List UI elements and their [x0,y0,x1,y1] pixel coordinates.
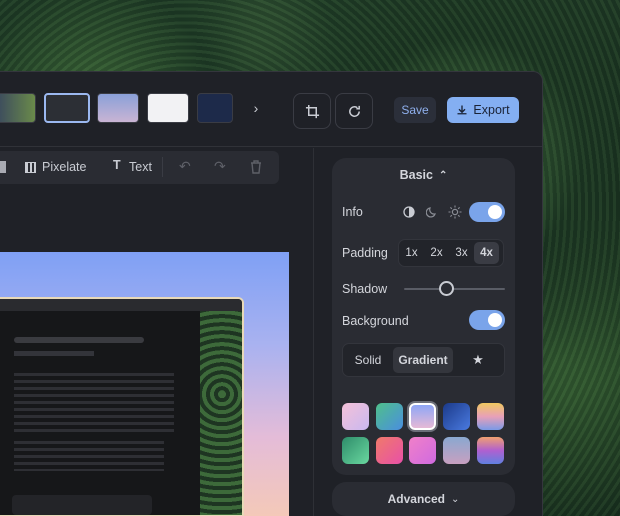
crop-button[interactable] [293,93,331,129]
gradient-swatch-8[interactable] [409,437,436,464]
thumbnail-2[interactable] [44,93,90,123]
chevron-right-icon[interactable]: › [249,100,263,116]
gradient-swatch-2[interactable] [376,403,403,430]
background-type-selector: Solid Gradient ★ [342,343,505,377]
padding-option-2x[interactable]: 2x [424,240,449,266]
chevron-down-icon: ⌄ [450,493,460,505]
tab-solid[interactable]: Solid [343,344,393,376]
gradient-swatch-6[interactable] [342,437,369,464]
basic-label: Basic [399,168,433,182]
thumbnail-1[interactable] [0,93,36,123]
screenshot-preview [0,297,244,516]
star-icon[interactable]: ★ [453,344,503,376]
crop-icon [305,104,319,118]
settings-panel: Basic ⌃ Info Padding 1x 2x 3x 4x Shadow … [332,158,515,475]
text-button[interactable]: Text [129,160,152,174]
padding-option-1x[interactable]: 1x [399,240,424,266]
sun-icon[interactable] [448,205,462,219]
refresh-icon [348,105,360,117]
padding-option-3x[interactable]: 3x [449,240,474,266]
chevron-up-icon: ⌃ [438,169,448,181]
gradient-swatch-5[interactable] [477,403,504,430]
advanced-section-header[interactable]: Advanced ⌄ [332,482,515,516]
editor-toolbar: Pixelate T Text ↶ ↷ [0,151,279,184]
shadow-slider-track[interactable] [404,288,505,290]
shadow-label: Shadow [342,282,388,296]
pixelate-button[interactable]: Pixelate [42,160,86,174]
gradient-swatch-4[interactable] [443,403,470,430]
preview-forest [200,311,242,515]
gradient-swatch-10[interactable] [477,437,504,464]
preview-canvas [0,252,289,516]
thumbnail-3[interactable] [97,93,139,123]
export-label: Export [473,103,510,117]
gradient-swatch-3-selected[interactable] [409,403,436,430]
tab-gradient[interactable]: Gradient [393,347,453,373]
thumbnail-5[interactable] [197,93,233,123]
trash-icon[interactable] [250,160,262,174]
advanced-label: Advanced [387,492,445,506]
top-bar: › Save Export [0,72,542,147]
download-icon [457,105,467,115]
reset-button[interactable] [335,93,373,129]
toolbar-divider [162,157,163,177]
preview-chat [0,311,200,515]
gradient-swatch-9[interactable] [443,437,470,464]
gradient-swatch-1[interactable] [342,403,369,430]
save-button[interactable]: Save [394,97,436,123]
info-toggle[interactable] [469,202,505,222]
pixelate-icon [25,162,36,173]
padding-label: Padding [342,246,388,260]
undo-icon[interactable]: ↶ [179,158,191,175]
info-label: Info [342,205,363,219]
text-tool-icon: T [113,158,121,172]
preview-titlebar [0,299,242,311]
moon-icon[interactable] [426,206,438,218]
export-button[interactable]: Export [447,97,519,123]
background-toggle[interactable] [469,310,505,330]
contrast-icon[interactable] [403,206,415,218]
thumbnail-4[interactable] [147,93,189,123]
tool-fragment-icon[interactable] [0,161,6,173]
panel-divider [313,148,314,516]
padding-selector: 1x 2x 3x 4x [398,239,504,267]
padding-option-4x[interactable]: 4x [474,242,499,264]
background-label: Background [342,314,409,328]
redo-icon[interactable]: ↷ [214,158,226,175]
basic-section-header[interactable]: Basic ⌃ [332,168,515,182]
gradient-swatch-7[interactable] [376,437,403,464]
shadow-slider-handle[interactable] [439,281,454,296]
